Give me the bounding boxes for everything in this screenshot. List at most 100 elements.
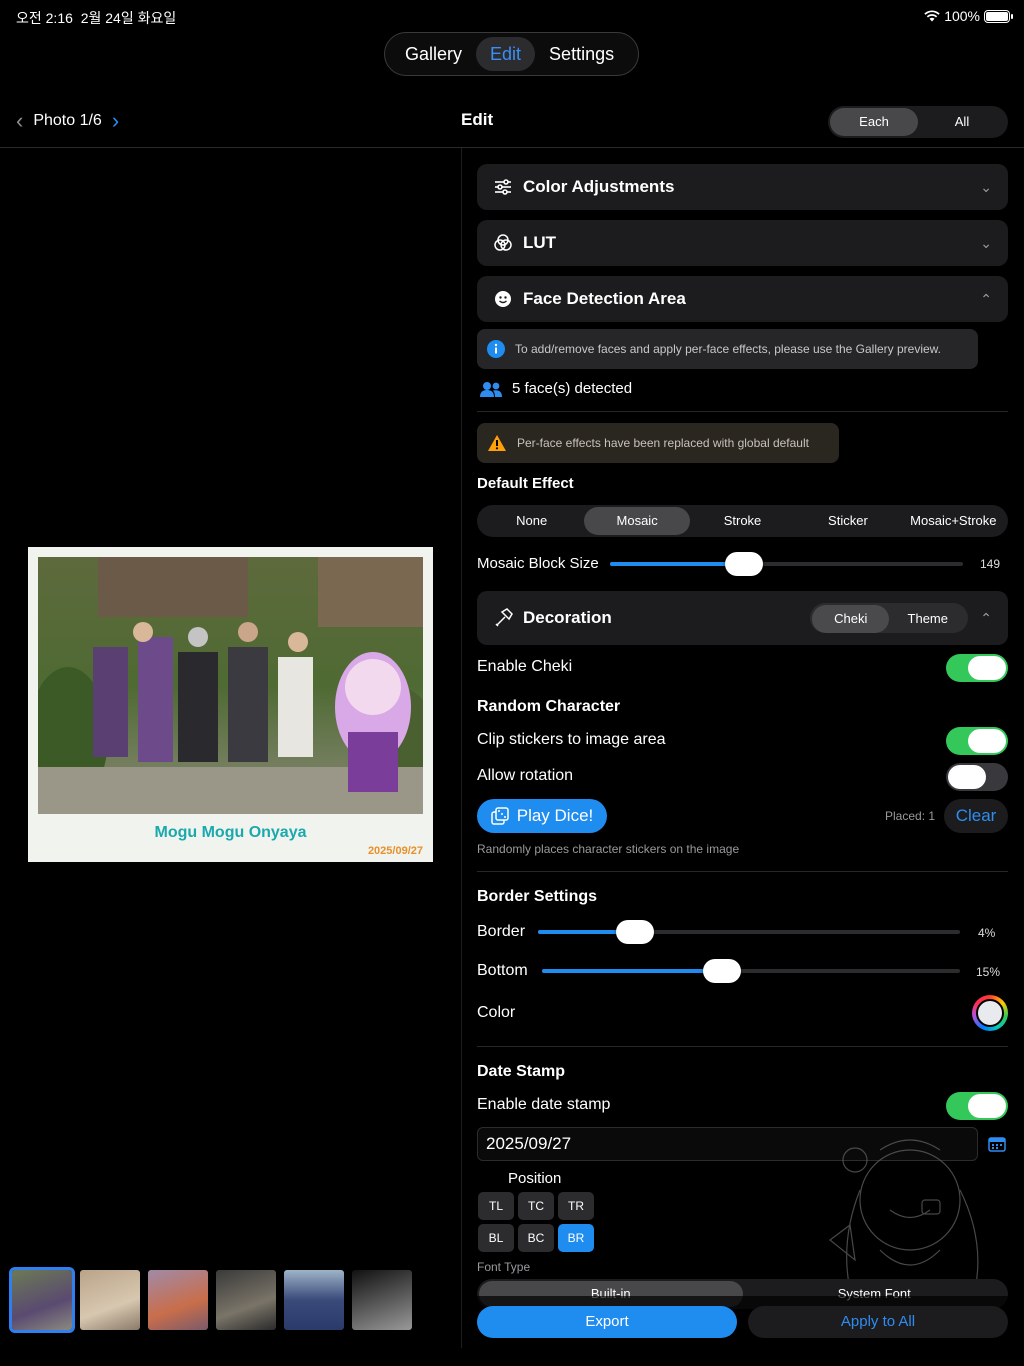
- warning-text: Per-face effects have been replaced with…: [517, 436, 809, 450]
- border-slider[interactable]: [538, 920, 960, 944]
- next-photo-icon[interactable]: ›: [112, 110, 119, 132]
- mosaic-block-size-slider[interactable]: [610, 552, 963, 576]
- cheki-mode-button[interactable]: Cheki: [812, 605, 890, 633]
- face-detection-section[interactable]: Face Detection Area ⌃: [477, 276, 1008, 322]
- border-value: 4%: [978, 926, 996, 940]
- info-icon: [487, 340, 505, 358]
- placed-count: Placed: 1: [885, 809, 936, 823]
- thumbnail-6[interactable]: [352, 1270, 412, 1330]
- effect-none-button[interactable]: None: [479, 507, 584, 535]
- scope-all-button[interactable]: All: [918, 108, 1006, 136]
- bottom-slider[interactable]: [542, 959, 960, 983]
- position-bl-button[interactable]: BL: [478, 1224, 514, 1252]
- color-label: Color: [477, 1004, 516, 1021]
- mosaic-slider-knob[interactable]: [725, 552, 764, 576]
- border-slider-knob[interactable]: [616, 920, 655, 944]
- enable-date-stamp-toggle[interactable]: [946, 1092, 1008, 1120]
- mosaic-block-size-value: 149: [980, 557, 1001, 571]
- scope-each-button[interactable]: Each: [830, 108, 918, 136]
- position-tl-button[interactable]: TL: [478, 1192, 514, 1220]
- status-indicators: 100%: [924, 8, 1013, 24]
- enable-cheki-toggle[interactable]: [946, 654, 1008, 682]
- position-label: Position: [508, 1170, 562, 1187]
- clip-stickers-label: Clip stickers to image area: [477, 731, 666, 748]
- sliders-icon: [493, 177, 513, 197]
- color-adjustments-section[interactable]: Color Adjustments ⌄: [477, 164, 1008, 210]
- face-icon: [493, 289, 513, 309]
- lut-section[interactable]: LUT ⌄: [477, 220, 1008, 266]
- toggle-knob: [948, 765, 986, 789]
- thumbnail-5[interactable]: [284, 1270, 344, 1330]
- tab-edit[interactable]: Edit: [476, 37, 536, 71]
- bottom-slider-fill: [542, 969, 722, 973]
- border-settings-title: Border Settings: [477, 888, 598, 905]
- thumbnail-2[interactable]: [80, 1270, 140, 1330]
- position-tr-button[interactable]: TR: [558, 1192, 594, 1220]
- tab-settings[interactable]: Settings: [535, 37, 628, 71]
- play-dice-button[interactable]: Play Dice!: [477, 799, 607, 833]
- face-info-box: To add/remove faces and apply per-face e…: [477, 329, 978, 369]
- face-detection-title: Face Detection Area: [523, 289, 686, 308]
- play-dice-label: Play Dice!: [516, 806, 594, 825]
- decoration-section[interactable]: Decoration Cheki Theme ⌃: [477, 591, 1008, 645]
- export-button[interactable]: Export: [477, 1306, 737, 1338]
- color-adjustments-title: Color Adjustments: [523, 177, 675, 196]
- dice-hint: Randomly places character stickers on th…: [477, 842, 740, 856]
- panel-title: Edit: [461, 110, 494, 129]
- panel-divider: [461, 148, 462, 1348]
- header-divider: [0, 147, 1024, 148]
- effect-stroke-button[interactable]: Stroke: [690, 507, 795, 535]
- random-character-title: Random Character: [477, 698, 621, 715]
- decoration-mode-segmented: Cheki Theme: [810, 603, 969, 633]
- date-stamp-title: Date Stamp: [477, 1063, 566, 1080]
- top-tab-bar: Gallery Edit Settings: [384, 32, 639, 76]
- photo-counter: Photo 1/6: [33, 112, 102, 129]
- font-type-label: Font Type: [477, 1260, 531, 1274]
- apply-to-all-button[interactable]: Apply to All: [748, 1306, 1008, 1338]
- chevron-down-icon: ⌄: [980, 178, 992, 195]
- hammer-icon: [493, 608, 513, 628]
- bottom-slider-knob[interactable]: [702, 959, 741, 983]
- cheki-preview[interactable]: Mogu Mogu Onyaya 2025/09/27: [28, 547, 433, 862]
- status-time: 오전 2:16 2월 24일 화요일: [16, 8, 176, 28]
- theme-mode-button[interactable]: Theme: [889, 605, 966, 633]
- scope-segmented-control: Each All: [828, 106, 1008, 138]
- allow-rotation-label: Allow rotation: [477, 767, 574, 784]
- clear-button[interactable]: Clear: [944, 799, 1008, 833]
- tab-gallery[interactable]: Gallery: [391, 37, 476, 71]
- bottom-label: Bottom: [477, 962, 528, 979]
- warning-icon: [488, 435, 506, 451]
- border-color-swatch: [976, 999, 1004, 1027]
- thumbnail-1[interactable]: [9, 1267, 75, 1333]
- status-clock: 오전 2:16: [16, 10, 73, 26]
- position-tc-button[interactable]: TC: [518, 1192, 554, 1220]
- position-bc-button[interactable]: BC: [518, 1224, 554, 1252]
- wifi-icon: [924, 10, 940, 22]
- divider: [477, 871, 1008, 872]
- previous-photo-icon[interactable]: ‹: [16, 110, 23, 132]
- bottom-value: 15%: [976, 965, 1001, 979]
- enable-date-stamp-label: Enable date stamp: [477, 1096, 611, 1113]
- battery-percent: 100%: [944, 8, 980, 24]
- position-br-button[interactable]: BR: [558, 1224, 594, 1252]
- people-icon: [480, 381, 502, 397]
- photo-navigator: ‹ Photo 1/6 ›: [16, 110, 119, 132]
- allow-rotation-toggle[interactable]: [946, 763, 1008, 791]
- toggle-knob: [968, 729, 1006, 753]
- chevron-up-icon: ⌃: [980, 290, 992, 307]
- border-color-well[interactable]: [972, 995, 1008, 1031]
- effect-sticker-button[interactable]: Sticker: [795, 507, 900, 535]
- toggle-knob: [968, 656, 1006, 680]
- thumbnail-4[interactable]: [216, 1270, 276, 1330]
- effect-mosaic-stroke-button[interactable]: Mosaic+Stroke: [901, 507, 1006, 535]
- battery-icon: [984, 9, 1013, 23]
- border-label: Border: [477, 923, 526, 940]
- color-circles-icon: [493, 233, 513, 253]
- thumbnail-3[interactable]: [148, 1270, 208, 1330]
- cheki-caption: Mogu Mogu Onyaya: [154, 824, 307, 841]
- status-date: 2월 24일 화요일: [80, 10, 177, 26]
- mosaic-slider-fill: [610, 562, 745, 566]
- effect-mosaic-button[interactable]: Mosaic: [584, 507, 690, 535]
- cheki-date-stamp: 2025/09/27: [367, 845, 423, 857]
- clip-stickers-toggle[interactable]: [946, 727, 1008, 755]
